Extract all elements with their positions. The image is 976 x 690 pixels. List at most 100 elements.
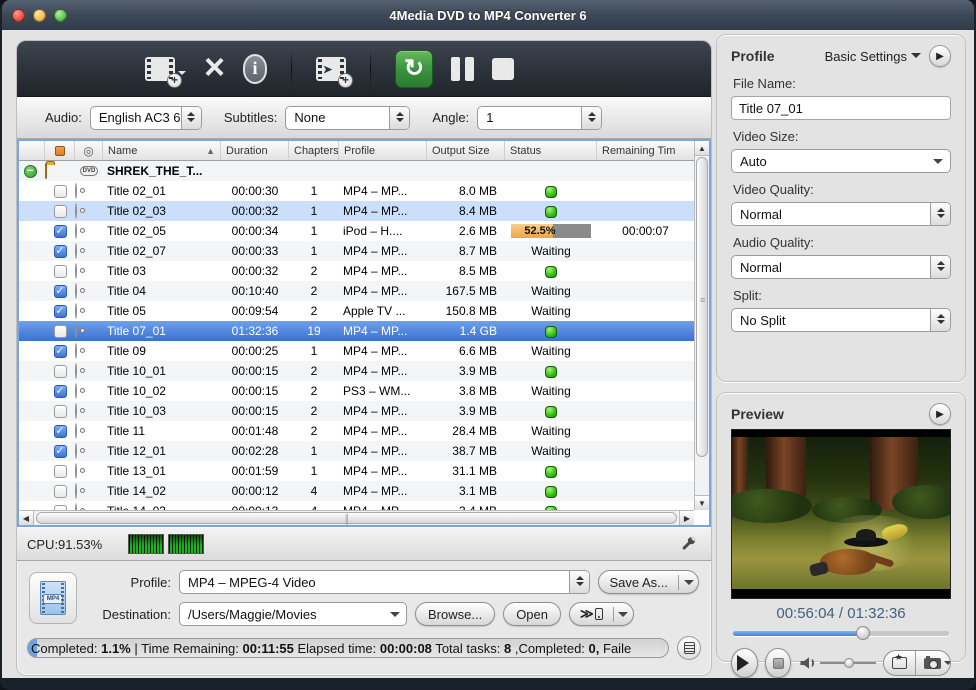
preview-expand-button[interactable]: ▶: [929, 403, 951, 425]
table-row[interactable]: ✓ Title 12_01 00:02:28 1 MP4 – MP... 38.…: [19, 441, 694, 461]
volume-knob[interactable]: [843, 658, 854, 668]
row-checkbox[interactable]: ✓: [53, 424, 67, 438]
column-checkbox[interactable]: [45, 141, 75, 160]
column-chapters[interactable]: Chapters: [289, 141, 339, 160]
table-row[interactable]: ✓ Title 09 00:00:25 1 MP4 – MP... 6.6 MB…: [19, 341, 694, 361]
row-checkbox[interactable]: ✓: [53, 304, 67, 318]
column-status[interactable]: Status: [505, 141, 597, 160]
row-checkbox[interactable]: ✓: [53, 384, 67, 398]
row-checkbox[interactable]: ✓: [53, 344, 67, 358]
row-checkbox[interactable]: [53, 184, 67, 198]
row-checkbox[interactable]: ✓: [53, 284, 67, 298]
seek-slider[interactable]: [733, 626, 949, 640]
audio-select[interactable]: English AC3 6cl: [89, 105, 202, 130]
profile-select[interactable]: MP4 – MPEG-4 Video: [179, 570, 591, 594]
row-checkbox[interactable]: [53, 404, 67, 418]
scroll-left-icon[interactable]: ◀: [19, 511, 34, 525]
column-duration[interactable]: Duration: [221, 141, 289, 160]
stepper-icon[interactable]: [930, 309, 950, 331]
table-row[interactable]: Title 03 00:00:32 2 MP4 – MP... 8.5 MB: [19, 261, 694, 281]
save-as-dropdown-arrow-icon[interactable]: [678, 574, 698, 590]
scroll-right-icon[interactable]: ▶: [679, 511, 694, 525]
settings-wrench-button[interactable]: [675, 532, 701, 556]
title-status: Waiting: [531, 304, 571, 318]
video-quality-select[interactable]: Normal: [731, 202, 951, 226]
row-checkbox[interactable]: [53, 204, 67, 218]
table-row[interactable]: ✓ Title 02_05 00:00:34 1 iPod – H.... 2.…: [19, 221, 694, 241]
split-select[interactable]: No Split: [731, 308, 951, 332]
log-button[interactable]: [677, 636, 701, 660]
profile-expand-button[interactable]: ▶: [929, 45, 951, 67]
column-expander[interactable]: [19, 141, 45, 160]
volume-slider[interactable]: [819, 657, 876, 669]
row-checkbox[interactable]: [53, 464, 67, 478]
add-video-button[interactable]: +: [145, 56, 186, 88]
table-row[interactable]: ✓ Title 11 00:01:48 2 MP4 – MP... 28.4 M…: [19, 421, 694, 441]
table-row[interactable]: Title 07_01 01:32:36 19 MP4 – MP... 1.4 …: [19, 321, 694, 341]
stepper-icon[interactable]: [930, 203, 950, 225]
column-remaining[interactable]: Remaining Tim: [597, 141, 694, 160]
title-chapters: 2: [310, 304, 318, 318]
table-row[interactable]: Title 02_03 00:00:32 1 MP4 – MP... 8.4 M…: [19, 201, 694, 221]
collapse-expander-icon[interactable]: −: [24, 164, 37, 178]
table-row-folder[interactable]: − DVD SHREK_THE_T...: [19, 161, 694, 181]
horizontal-scrollbar[interactable]: ◀ ▶: [19, 510, 694, 525]
add-file-button[interactable]: ➤ +: [316, 56, 354, 88]
options-bar: Audio: English AC3 6cl Subtitles: None A…: [17, 97, 711, 139]
file-name-input[interactable]: Title 07_01: [731, 96, 951, 120]
video-size-select[interactable]: Auto: [731, 149, 951, 173]
snapshot-button[interactable]: [914, 651, 950, 675]
apply-to-clip-button[interactable]: [884, 651, 915, 675]
table-row[interactable]: Title 14_03 00:00:13 4 MP4 – MP... 3.4 M…: [19, 501, 694, 510]
horizontal-scroll-thumb[interactable]: [36, 512, 677, 524]
stepper-icon[interactable]: [569, 571, 590, 593]
scroll-down-icon[interactable]: ▼: [695, 495, 709, 510]
column-profile[interactable]: Profile: [339, 141, 427, 160]
preset-select[interactable]: Basic Settings: [825, 49, 921, 64]
info-button[interactable]: i: [243, 53, 268, 84]
destination-select[interactable]: /Users/Maggie/Movies: [179, 602, 407, 626]
stop-playback-button[interactable]: [765, 648, 792, 678]
table-row[interactable]: Title 10_03 00:00:15 2 MP4 – MP... 3.9 M…: [19, 401, 694, 421]
vertical-scroll-thumb[interactable]: [696, 157, 708, 457]
table-row[interactable]: Title 10_01 00:00:15 2 MP4 – MP... 3.9 M…: [19, 361, 694, 381]
table-row[interactable]: Title 13_01 00:01:59 1 MP4 – MP... 31.1 …: [19, 461, 694, 481]
transfer-dropdown-arrow-icon[interactable]: [612, 606, 633, 622]
table-row[interactable]: ✓ Title 04 00:10:40 2 MP4 – MP... 167.5 …: [19, 281, 694, 301]
table-row[interactable]: Title 02_01 00:00:30 1 MP4 – MP... 8.0 M…: [19, 181, 694, 201]
column-disc[interactable]: ◎: [75, 141, 103, 160]
subtitles-select[interactable]: None: [285, 105, 411, 130]
vertical-scrollbar[interactable]: ▲ ▼: [694, 141, 709, 510]
column-name[interactable]: Name ▲: [103, 141, 221, 160]
convert-button[interactable]: ↻: [395, 49, 434, 88]
row-checkbox[interactable]: [53, 364, 67, 378]
stepper-icon[interactable]: [581, 106, 602, 129]
table-row[interactable]: ✓ Title 05 00:09:54 2 Apple TV ... 150.8…: [19, 301, 694, 321]
audio-quality-select[interactable]: Normal: [731, 255, 951, 279]
save-as-button[interactable]: Save As...: [598, 570, 699, 594]
row-checkbox[interactable]: ✓: [53, 444, 67, 458]
angle-select[interactable]: 1: [477, 105, 603, 130]
transfer-to-device-button[interactable]: ≫: [569, 602, 634, 626]
table-row[interactable]: ✓ Title 10_02 00:00:15 2 PS3 – WM... 3.8…: [19, 381, 694, 401]
row-checkbox[interactable]: ✓: [53, 244, 67, 258]
play-button[interactable]: [731, 648, 758, 678]
disc-icon: [75, 283, 77, 299]
pause-button[interactable]: [451, 56, 475, 81]
row-checkbox[interactable]: [53, 264, 67, 278]
column-output-size[interactable]: Output Size: [427, 141, 505, 160]
stop-button[interactable]: [492, 57, 515, 80]
remove-button[interactable]: ×: [204, 48, 225, 84]
scroll-up-icon[interactable]: ▲: [695, 141, 709, 156]
open-button[interactable]: Open: [503, 602, 561, 626]
table-row[interactable]: ✓ Title 02_07 00:00:33 1 MP4 – MP... 8.7…: [19, 241, 694, 261]
row-checkbox[interactable]: [53, 484, 67, 498]
table-row[interactable]: Title 14_02 00:00:12 4 MP4 – MP... 3.1 M…: [19, 481, 694, 501]
stepper-icon[interactable]: [180, 106, 201, 129]
row-checkbox[interactable]: [53, 324, 67, 338]
stepper-icon[interactable]: [389, 106, 410, 129]
stepper-icon[interactable]: [930, 256, 950, 278]
row-checkbox[interactable]: ✓: [53, 224, 67, 238]
browse-button[interactable]: Browse...: [415, 602, 496, 626]
seek-knob[interactable]: [855, 626, 870, 640]
